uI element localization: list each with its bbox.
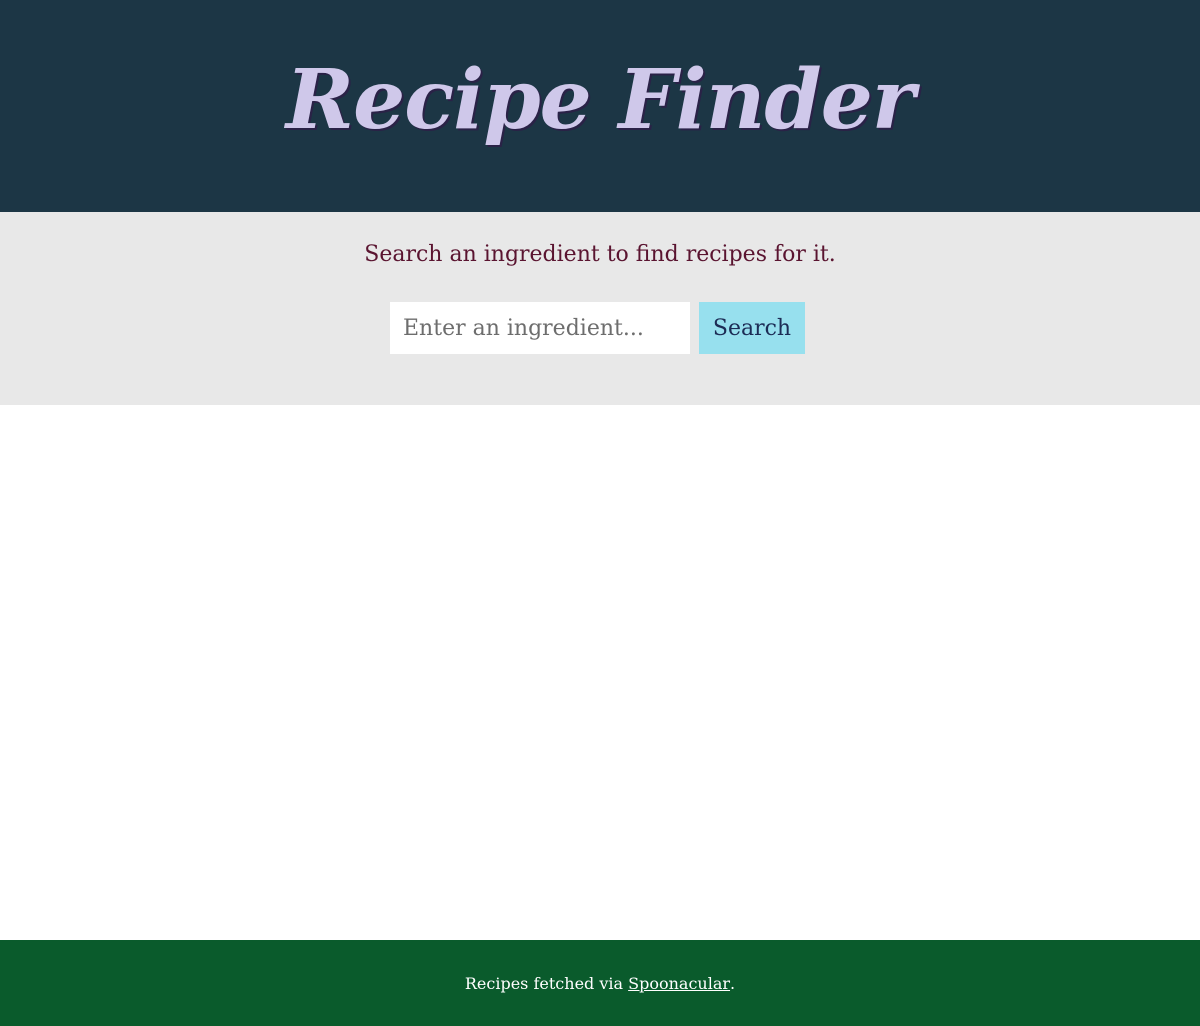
search-button[interactable]: Search [699, 302, 805, 354]
ingredient-search-input[interactable] [390, 302, 690, 354]
spoonacular-link[interactable]: Spoonacular [628, 974, 730, 993]
search-prompt: Search an ingredient to find recipes for… [364, 242, 836, 267]
site-title: Recipe Finder [285, 52, 915, 148]
search-section: Search an ingredient to find recipes for… [0, 212, 1200, 405]
footer-credit-prefix: Recipes fetched via [464, 973, 629, 993]
search-form: Search [390, 302, 805, 354]
footer-credit-suffix: . [730, 973, 736, 993]
site-footer: Recipes fetched via Spoonacular. [0, 940, 1200, 1026]
recipe-results-area [0, 405, 1200, 940]
site-header: Recipe Finder [0, 0, 1200, 212]
